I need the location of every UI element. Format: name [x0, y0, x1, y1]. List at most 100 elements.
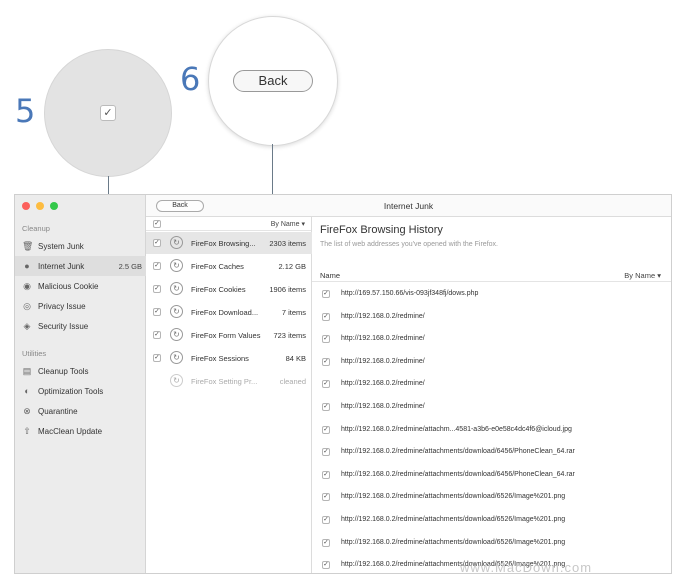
firefox-icon: ↻ — [170, 328, 183, 341]
url-text: http://192.168.0.2/redmine/attachments/d… — [341, 470, 575, 478]
sort-by-name-dropdown[interactable]: By Name ▾ — [271, 220, 305, 228]
sidebar-item-label: Quarantine — [38, 406, 78, 416]
traffic-lights — [22, 202, 58, 210]
url-text: http://192.168.0.2/redmine/attachments/d… — [341, 538, 566, 546]
url-checkbox[interactable]: ✓ — [322, 380, 330, 389]
url-text: http://192.168.0.2/redmine/attachments/d… — [341, 516, 566, 523]
url-row[interactable]: ✓ http://192.168.0.2/redmine/ — [312, 373, 671, 395]
sidebar-item-label: Privacy Issue — [38, 301, 86, 311]
url-row[interactable]: ✓ http://192.168.0.2/redmine/ — [312, 306, 671, 328]
category-count: 7 items — [281, 308, 306, 317]
row-checkbox[interactable]: ✓ — [153, 285, 161, 293]
url-checkbox[interactable]: ✓ — [322, 425, 330, 434]
sidebar-item-security-issue[interactable]: ◈ Security Issue — [15, 316, 146, 336]
firefox-icon: ↻ — [170, 374, 183, 387]
category-count: 1906 items — [269, 285, 306, 294]
quarantine-icon: ⊗ — [23, 406, 31, 416]
sort-label: By Name — [624, 271, 656, 280]
sort-label: By Name — [270, 221, 300, 228]
firefox-icon: ↻ — [170, 259, 183, 272]
row-checkbox[interactable]: ✓ — [153, 354, 161, 362]
category-row[interactable]: ✓ ↻ FireFox Form Values 723 items — [146, 324, 312, 346]
firefox-icon: ↻ — [170, 236, 183, 249]
url-row[interactable]: ✓ http://192.168.0.2/redmine/ — [312, 396, 671, 418]
checkbox-zoom-icon: ✓ — [100, 105, 116, 121]
zoom-circle-back: Back — [208, 16, 338, 146]
toolbox-icon: ▤ — [22, 366, 32, 376]
category-count: 2303 items — [269, 239, 306, 248]
url-checkbox[interactable]: ✓ — [322, 312, 330, 321]
cleanup-section-header: Cleanup — [22, 224, 50, 233]
url-checkbox[interactable]: ✓ — [322, 470, 330, 479]
category-row[interactable]: ✓ ↻ FireFox Cookies 1906 items — [146, 278, 312, 300]
url-row[interactable]: ✓ http://192.168.0.2/redmine/attachments/… — [312, 509, 671, 531]
category-label: FireFox Browsing... — [191, 239, 256, 248]
url-checkbox[interactable]: ✓ — [322, 403, 330, 411]
name-column-header[interactable]: Name — [320, 271, 340, 280]
category-label: FireFox Download... — [191, 308, 259, 317]
window-title: Internet Junk — [383, 201, 434, 211]
firefox-icon: ↻ — [170, 282, 183, 295]
detail-pane: FireFox Browsing History The list of web… — [312, 217, 671, 573]
sidebar-item-malicious-cookie[interactable]: ◉ Malicious Cookie — [15, 276, 146, 296]
watermark: www.MacDown.com — [460, 560, 593, 575]
select-all-checkbox[interactable]: ✓ — [153, 220, 161, 228]
sidebar-item-label: Internet Junk — [38, 261, 85, 271]
sidebar-item-cleanup-tools[interactable]: ▤ Cleanup Tools — [15, 361, 146, 381]
zoom-window-button[interactable] — [50, 202, 58, 210]
detail-sort-dropdown[interactable]: By Name ▾ — [624, 271, 661, 280]
row-checkbox[interactable]: ✓ — [153, 239, 161, 247]
sidebar-item-internet-junk[interactable]: ● Internet Junk 2.5 GB — [15, 256, 146, 276]
category-list-header: ✓ By Name ▾ — [146, 217, 311, 231]
callout-number-6: 6 — [180, 60, 201, 98]
url-checkbox[interactable]: ✓ — [322, 357, 330, 366]
url-checkbox[interactable]: ✓ — [322, 561, 330, 570]
url-row[interactable]: ✓ http://192.168.0.2/redmine/attachments/… — [312, 486, 671, 508]
row-checkbox[interactable]: ✓ — [153, 308, 161, 316]
close-window-button[interactable] — [22, 202, 30, 210]
url-text: http://192.168.0.2/redmine/ — [341, 357, 425, 365]
minimize-window-button[interactable] — [36, 202, 44, 210]
sidebar-item-system-junk[interactable]: 🗑 System Junk — [15, 236, 146, 256]
category-row[interactable]: ✓ ↻ FireFox Sessions 84 KB — [146, 347, 312, 369]
url-checkbox[interactable]: ✓ — [322, 290, 330, 298]
trash-icon: 🗑 — [22, 241, 34, 251]
sidebar-item-macclean-update[interactable]: ⇧ MacClean Update — [15, 421, 146, 441]
update-icon: ⇧ — [23, 426, 31, 436]
url-checkbox[interactable]: ✓ — [322, 493, 330, 502]
category-row[interactable]: ✓ ↻ FireFox Browsing... 2303 items — [146, 232, 312, 254]
chevron-down-icon: ▾ — [657, 271, 661, 280]
url-checkbox[interactable]: ✓ — [322, 335, 330, 344]
url-row[interactable]: ✓ http://192.168.0.2/redmine/attachments/… — [312, 441, 671, 463]
category-row[interactable]: ✓ ↻ FireFox Caches 2.12 GB — [146, 255, 312, 277]
sidebar-item-label: MacClean Update — [38, 426, 103, 436]
sidebar-item-label: Malicious Cookie — [38, 281, 99, 291]
sidebar-item-quarantine[interactable]: ⊗ Quarantine — [15, 401, 146, 421]
category-list: ✓ By Name ▾ ✓ ↻ FireFox Browsing... 2303 it… — [146, 217, 312, 573]
category-row[interactable]: ✓ ↻ FireFox Download... 7 items — [146, 301, 312, 323]
row-checkbox[interactable]: ✓ — [153, 262, 161, 270]
detail-subtitle: The list of web addresses you've opened … — [320, 241, 498, 248]
firefox-icon: ↻ — [170, 351, 183, 364]
url-row[interactable]: ✓ http://169.57.150.66/vis-093jf348fj/dow… — [312, 283, 671, 305]
url-row[interactable]: ✓ http://192.168.0.2/redmine/attachments/… — [312, 532, 671, 554]
url-checkbox[interactable]: ✓ — [322, 448, 330, 457]
category-count: 84 KB — [285, 354, 306, 363]
url-row[interactable]: ✓ http://192.168.0.2/redmine/ — [312, 351, 671, 373]
category-label: FireFox Cookies — [191, 285, 246, 294]
url-row[interactable]: ✓ http://192.168.0.2/redmine/attachm...45… — [312, 419, 671, 441]
sidebar-item-size: 2.5 GB — [118, 261, 142, 271]
url-checkbox[interactable]: ✓ — [322, 538, 330, 547]
url-row[interactable]: ✓ http://192.168.0.2/redmine/ — [312, 328, 671, 350]
category-row[interactable]: ↻ FireFox Setting Pr... cleaned — [146, 370, 312, 392]
url-checkbox[interactable]: ✓ — [322, 516, 330, 524]
gauge-icon: ◐ — [24, 386, 30, 396]
url-row[interactable]: ✓ http://192.168.0.2/redmine/attachments/… — [312, 464, 671, 486]
category-count: 723 items — [273, 331, 306, 340]
eye-icon: ◎ — [23, 301, 31, 311]
app-window: Cleanup 🗑 System Junk ● Internet Junk 2.… — [14, 194, 672, 574]
sidebar: Cleanup 🗑 System Junk ● Internet Junk 2.… — [15, 195, 146, 573]
sidebar-item-optimization-tools[interactable]: ◐ Optimization Tools — [15, 381, 146, 401]
sidebar-item-privacy-issue[interactable]: ◎ Privacy Issue — [15, 296, 146, 316]
row-checkbox[interactable]: ✓ — [153, 331, 161, 339]
